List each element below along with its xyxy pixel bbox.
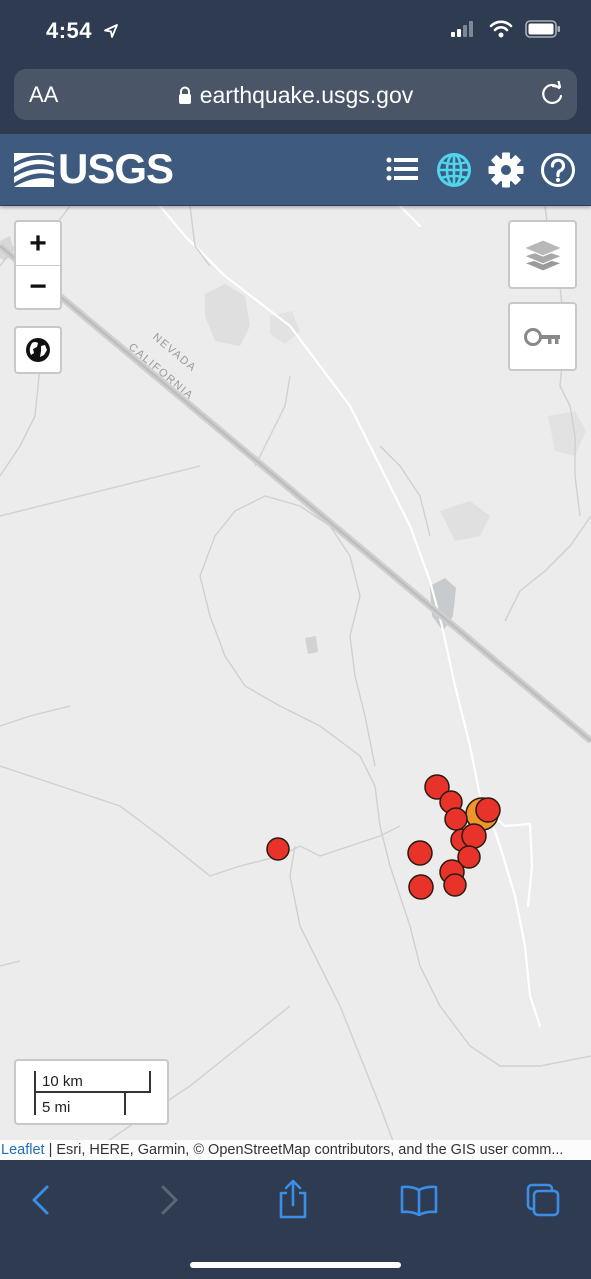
legend-key-button[interactable] [508, 302, 577, 371]
address-bar[interactable]: AA earthquake.usgs.gov [14, 69, 577, 120]
url-text: earthquake.usgs.gov [199, 82, 414, 108]
earthquake-marker[interactable] [408, 874, 434, 900]
map-attribution: Leaflet | Esri, HERE, Garmin, © OpenStre… [0, 1140, 591, 1160]
zoom-in-button[interactable]: + [16, 222, 60, 265]
leaflet-link[interactable]: Leaflet [1, 1142, 45, 1158]
tabs-icon[interactable] [525, 1182, 561, 1218]
scale-mi-label: 5 mi [42, 1099, 71, 1116]
earthquake-marker[interactable] [461, 823, 487, 849]
battery-icon [525, 20, 560, 38]
zoom-out-button[interactable]: − [16, 265, 60, 308]
earthquake-marker[interactable] [407, 840, 433, 866]
usgs-logo-text: USGS [58, 145, 174, 192]
basemap: NEVADA CALIFORNIA [0, 206, 591, 1160]
layers-button[interactable] [508, 220, 577, 289]
status-time: 4:54 [46, 18, 93, 43]
status-bar: 4:54 [0, 0, 591, 64]
layers-icon [521, 238, 564, 272]
usgs-header: USGS [0, 134, 591, 206]
earthquake-marker[interactable] [266, 837, 290, 861]
share-icon[interactable] [277, 1178, 309, 1220]
home-indicator [190, 1262, 401, 1268]
wifi-icon [489, 20, 513, 38]
list-icon[interactable] [386, 156, 418, 182]
lock-icon [178, 86, 191, 104]
forward-icon[interactable] [158, 1184, 180, 1216]
status-indicators [451, 20, 561, 38]
world-view-button[interactable] [14, 326, 62, 374]
globe-map-icon[interactable] [436, 152, 472, 188]
earthquake-marker[interactable] [443, 873, 467, 897]
scale-bar: 10 km 5 mi [14, 1059, 169, 1125]
key-icon [523, 327, 560, 346]
location-arrow-icon [104, 24, 118, 38]
browser-address-area: AA earthquake.usgs.gov [0, 64, 591, 134]
usgs-wave-logo-icon [14, 153, 54, 187]
back-icon[interactable] [30, 1184, 52, 1216]
zoom-control: + − [14, 220, 62, 310]
cellular-signal-icon [451, 21, 473, 37]
state-label-california: CALIFORNIA [126, 341, 196, 402]
earthquake-marker[interactable] [475, 797, 501, 823]
url-display[interactable]: earthquake.usgs.gov [14, 82, 577, 109]
globe-icon [26, 338, 50, 362]
earthquake-map[interactable]: NEVADA CALIFORNIA + − 10 km 5 mi [0, 206, 591, 1160]
bookmarks-icon[interactable] [400, 1184, 438, 1216]
scale-km-label: 10 km [42, 1073, 83, 1090]
reload-icon[interactable] [539, 81, 565, 107]
attribution-text: | Esri, HERE, Garmin, © OpenStreetMap co… [44, 1142, 564, 1158]
help-icon[interactable] [540, 152, 576, 188]
gear-icon[interactable] [488, 152, 524, 188]
earthquake-marker[interactable] [444, 807, 468, 831]
usgs-logo[interactable]: USGS [14, 145, 174, 192]
scale-bar-lines [34, 1071, 151, 1115]
